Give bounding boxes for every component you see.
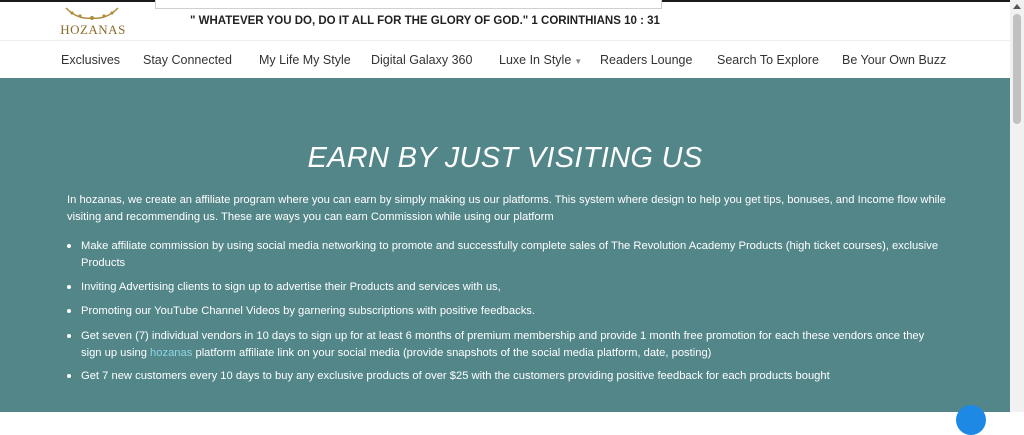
header-quote: " WHATEVER YOU DO, DO IT ALL FOR THE GLO…: [190, 15, 660, 27]
nav-item-readers-lounge[interactable]: Readers Lounge: [600, 53, 692, 67]
site-logo[interactable]: HOZANAS: [58, 2, 128, 40]
nav-item-label: Digital Galaxy 360: [371, 53, 473, 67]
bullet-icon: [67, 285, 71, 289]
list-item-text: Make affiliate commission by using socia…: [81, 240, 939, 269]
nav-item-my-life-my-style[interactable]: My Life My Style: [259, 53, 351, 67]
list-item: Promoting our YouTube Channel Videos by …: [67, 303, 947, 320]
nav-item-stay-connected[interactable]: Stay Connected: [143, 53, 232, 67]
header-banner-box: [155, 0, 662, 9]
nav-item-label: Be Your Own Buzz: [842, 53, 947, 67]
list-item: Get seven (7) individual vendors in 10 d…: [67, 328, 947, 361]
scrollbar-thumb[interactable]: [1013, 14, 1021, 124]
list-item: Get 7 new customers every 10 days to buy…: [67, 368, 947, 385]
bullet-icon: [67, 334, 71, 338]
main-nav: Exclusives Stay Connected My Life My Sty…: [0, 40, 1010, 79]
bullet-icon: [67, 374, 71, 378]
page-scrollbar[interactable]: [1010, 0, 1024, 412]
brand-name: HOZANAS: [60, 22, 126, 37]
hozanas-link[interactable]: hozanas: [150, 347, 192, 359]
list-item-text: Get 7 new customers every 10 days to buy…: [81, 370, 830, 382]
crown-icon: [65, 7, 119, 20]
nav-item-label: Exclusives: [61, 53, 121, 67]
intro-paragraph: In hozanas, we create an affiliate progr…: [67, 194, 946, 223]
nav-item-label: Readers Lounge: [600, 53, 693, 67]
nav-item-label: Search To Explore: [717, 53, 819, 67]
nav-item-label: Luxe In Style: [499, 53, 572, 67]
bullet-icon: [67, 309, 71, 313]
scroll-up-arrow-icon[interactable]: [1013, 4, 1021, 9]
nav-item-label: Stay Connected: [143, 53, 232, 67]
list-item-text: Promoting our YouTube Channel Videos by …: [81, 305, 535, 317]
nav-item-be-your-own-buzz[interactable]: Be Your Own Buzz: [842, 53, 946, 67]
nav-item-digital-galaxy-360[interactable]: Digital Galaxy 360: [371, 53, 472, 67]
list-item: Make affiliate commission by using socia…: [67, 238, 947, 271]
list-item-text-after: platform affiliate link on your social m…: [192, 346, 712, 359]
chat-button[interactable]: [956, 405, 986, 435]
nav-item-search-to-explore[interactable]: Search To Explore: [717, 53, 819, 67]
site-header: HOZANAS " WHATEVER YOU DO, DO IT ALL FOR…: [0, 0, 1010, 40]
nav-item-exclusives[interactable]: Exclusives: [61, 53, 120, 67]
page-title: EARN BY JUST VISITING US: [307, 142, 703, 174]
list-item-text: Inviting Advertising clients to sign up …: [81, 281, 501, 293]
chevron-down-icon: ▼: [574, 57, 583, 66]
bullet-icon: [67, 244, 71, 248]
hero-section: EARN BY JUST VISITING US In hozanas, we …: [0, 78, 1010, 412]
nav-item-luxe-in-style[interactable]: Luxe In Style ▼: [499, 53, 582, 67]
nav-item-label: My Life My Style: [259, 53, 351, 67]
list-item: Inviting Advertising clients to sign up …: [67, 279, 947, 296]
